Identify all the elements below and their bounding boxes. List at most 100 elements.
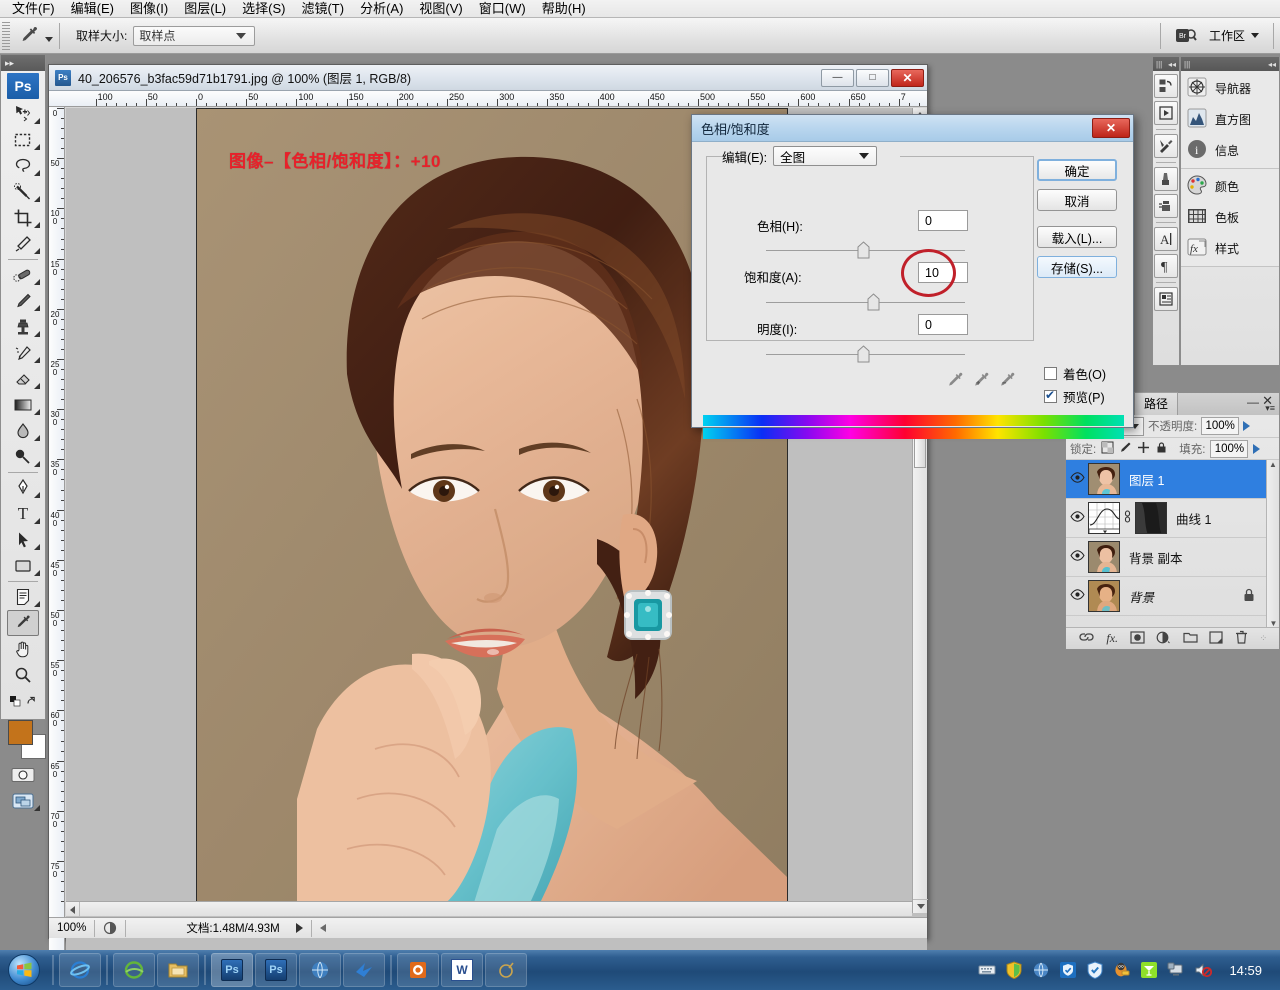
network-icon[interactable] — [1167, 961, 1185, 979]
colorize-checkbox[interactable] — [1044, 367, 1057, 380]
cancel-button[interactable]: 取消 — [1037, 189, 1117, 211]
quick-mask-button[interactable] — [1, 762, 45, 788]
vertical-ruler[interactable]: 0501001502002503003504004505005506006507… — [49, 107, 65, 955]
canvas-horizontal-scrollbar[interactable] — [66, 901, 912, 916]
keyboard-icon[interactable] — [978, 961, 996, 979]
spectrum-bar-bottom[interactable] — [703, 428, 1124, 439]
opacity-stepper-icon[interactable] — [1243, 421, 1250, 431]
panel-histogram[interactable]: 直方图 — [1181, 104, 1279, 135]
layer-mask-link-icon[interactable] — [1123, 509, 1132, 528]
layer-mask-button[interactable] — [1130, 631, 1145, 647]
color-mode-row[interactable] — [1, 688, 45, 714]
antivirus-icon[interactable] — [1086, 961, 1104, 979]
menu-item-analysis[interactable]: 分析(A) — [352, 0, 411, 18]
colorize-checkbox-row[interactable]: 着色(O) — [1044, 364, 1106, 383]
menu-item-help[interactable]: 帮助(H) — [534, 0, 594, 18]
options-bar-grip[interactable] — [2, 22, 10, 50]
lock-position-icon[interactable] — [1137, 441, 1150, 457]
layer-thumbnail[interactable] — [1088, 580, 1120, 612]
layer-thumbnail[interactable] — [1088, 463, 1120, 495]
shield-green-icon[interactable] — [1005, 961, 1023, 979]
type-tool[interactable]: T — [1, 501, 45, 527]
menu-item-image[interactable]: 图像(I) — [122, 0, 176, 18]
menu-item-view[interactable]: 视图(V) — [411, 0, 470, 18]
status-menu-arrow[interactable] — [288, 919, 311, 938]
zoom-tool[interactable] — [1, 662, 45, 688]
eyedropper-icon[interactable] — [944, 370, 966, 395]
dock-panel-grip[interactable]: |||◂◂ — [1181, 57, 1279, 71]
eyedropper-icon[interactable] — [14, 22, 44, 50]
menu-item-layer[interactable]: 图层(L) — [176, 0, 234, 18]
word-window[interactable]: W — [441, 953, 483, 987]
paragraph-icon[interactable]: ¶ — [1154, 254, 1178, 278]
adjustment-layer-button[interactable] — [1156, 631, 1171, 647]
crop-tool[interactable] — [1, 205, 45, 231]
hue-slider-thumb[interactable] — [857, 241, 870, 258]
saturation-slider-thumb[interactable] — [867, 293, 880, 310]
panel-navigator[interactable]: 导航器 — [1181, 73, 1279, 104]
workspace-button[interactable]: 工作区 — [1201, 24, 1267, 47]
outlook-window[interactable] — [397, 953, 439, 987]
photoshop-window-2[interactable]: Ps — [255, 953, 297, 987]
panel-styles[interactable]: fx 样式 — [1181, 233, 1279, 264]
file-manager-icon[interactable] — [157, 953, 199, 987]
slice-tool[interactable] — [1, 231, 45, 257]
panel-resize-grip[interactable]: ⁘ — [1260, 633, 1268, 644]
panel-minimize-button[interactable]: — — [1247, 395, 1259, 409]
blue-shield-icon[interactable] — [1059, 961, 1077, 979]
foxmail-window[interactable] — [343, 953, 385, 987]
menu-item-file[interactable]: 文件(F) — [4, 0, 63, 18]
save-button[interactable]: 存储(S)... — [1037, 256, 1117, 278]
gradient-tool[interactable] — [1, 392, 45, 418]
screen-mode-button[interactable] — [1, 788, 45, 814]
sample-size-select[interactable]: 取样点 — [133, 26, 255, 46]
delete-layer-button[interactable] — [1235, 630, 1248, 647]
dodge-tool[interactable] — [1, 444, 45, 470]
layer-visibility-icon[interactable] — [1066, 511, 1088, 525]
shape-tool[interactable] — [1, 553, 45, 579]
link-layers-button[interactable] — [1078, 631, 1095, 646]
proof-colors-icon[interactable] — [95, 919, 125, 938]
panel-info[interactable]: i 信息 — [1181, 135, 1279, 166]
opacity-value[interactable]: 100% — [1201, 417, 1239, 435]
hand-tool[interactable] — [1, 636, 45, 662]
healing-brush-tool[interactable] — [1, 262, 45, 288]
qq-icon[interactable] — [1113, 961, 1131, 979]
foreground-color-swatch[interactable] — [8, 720, 33, 745]
dock-strip-grip[interactable]: |||◂◂ — [1153, 57, 1179, 71]
scroll-left-arrow[interactable] — [66, 902, 80, 917]
preview-checkbox[interactable] — [1044, 390, 1057, 403]
new-group-button[interactable] — [1183, 631, 1198, 646]
adjustment-layer-thumbnail[interactable] — [1088, 502, 1120, 534]
color-swatches[interactable] — [1, 718, 45, 762]
new-layer-button[interactable] — [1209, 631, 1223, 647]
status-left-arrow[interactable] — [312, 919, 334, 938]
quick-select-tool[interactable] — [1, 179, 45, 205]
table-row[interactable]: 背景 — [1066, 577, 1279, 616]
minimize-button[interactable]: — — [821, 69, 854, 87]
brush-tool[interactable] — [1, 288, 45, 314]
media-window[interactable] — [485, 953, 527, 987]
browser-tray-icon[interactable] — [1032, 961, 1050, 979]
martini-icon[interactable] — [1140, 961, 1158, 979]
tab-paths[interactable]: 路径 — [1134, 392, 1178, 415]
lock-pixels-icon[interactable] — [1119, 441, 1132, 457]
layer-style-button[interactable]: fx. — [1106, 631, 1118, 646]
scroll-down-arrow[interactable] — [913, 899, 928, 913]
taskbar-clock[interactable]: 14:59 — [1221, 963, 1270, 978]
brushes-icon[interactable] — [1154, 167, 1178, 191]
lasso-tool[interactable] — [1, 153, 45, 179]
menu-item-edit[interactable]: 编辑(E) — [63, 0, 122, 18]
lock-transparency-icon[interactable] — [1101, 441, 1114, 457]
layer-visibility-icon[interactable] — [1066, 589, 1088, 603]
hue-value-input[interactable]: 0 — [918, 210, 968, 231]
layer-comps-icon[interactable] — [1154, 287, 1178, 311]
maximize-button[interactable]: □ — [856, 69, 889, 87]
layer-thumbnail[interactable] — [1088, 541, 1120, 573]
zoom-level[interactable]: 100% — [49, 919, 94, 938]
notes-tool[interactable] — [1, 584, 45, 610]
preview-checkbox-row[interactable]: 预览(P) — [1044, 387, 1105, 406]
marquee-tool[interactable] — [1, 127, 45, 153]
edit-channel-select[interactable]: 全图 — [773, 146, 877, 166]
browser-window[interactable] — [299, 953, 341, 987]
